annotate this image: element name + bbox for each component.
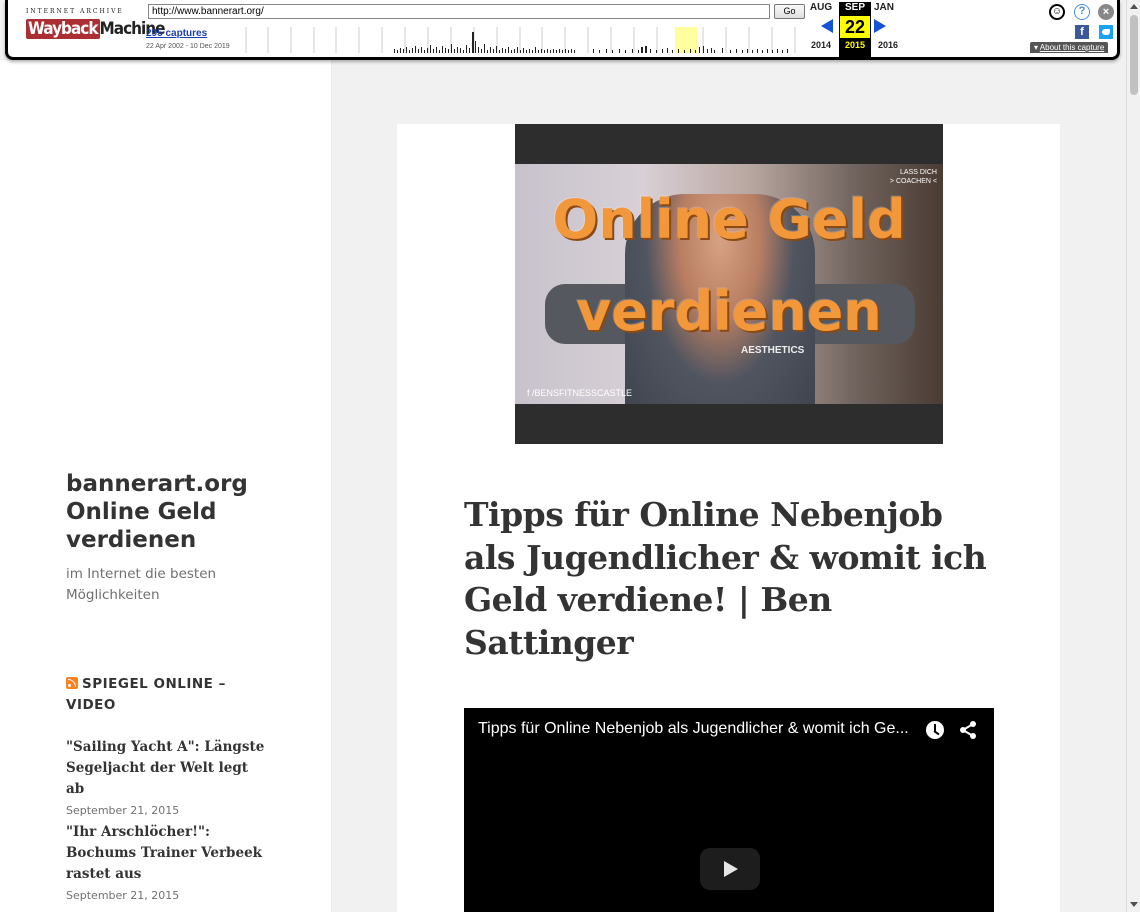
month-next[interactable]: JAN bbox=[868, 2, 900, 13]
year-next[interactable]: 2016 bbox=[872, 40, 904, 50]
thumbnail-badge: LASS DICH > COACHEN < bbox=[890, 168, 937, 186]
thumbnail-social-handle: f /BENSFITNESSCASTLE bbox=[527, 388, 633, 398]
about-capture-button[interactable]: ▾ About this capture bbox=[1030, 42, 1109, 53]
thumbnail-headline-line2: verdienen bbox=[576, 280, 882, 343]
feed-item-link[interactable]: "Ihr Arschlöcher!": Bochums Trainer Verb… bbox=[66, 822, 266, 885]
site-description: im Internet die besten Möglichkeiten bbox=[66, 566, 217, 603]
post-thumbnail[interactable]: AESTHETICS Online Geld verdienen LASS DI… bbox=[515, 124, 943, 444]
scroll-up-arrow-icon[interactable] bbox=[1130, 4, 1138, 9]
post-article: AESTHETICS Online Geld verdienen LASS DI… bbox=[397, 124, 1060, 912]
rss-icon[interactable] bbox=[66, 677, 78, 689]
rss-widget-title-text: SPIEGEL ONLINE – VIDEO bbox=[66, 676, 226, 713]
user-icon[interactable]: ☺ bbox=[1049, 4, 1065, 20]
feed-item: "Sailing Yacht A": Längste Segeljacht de… bbox=[66, 737, 266, 820]
share-icon[interactable] bbox=[958, 720, 978, 740]
capture-day: 22 bbox=[840, 16, 870, 38]
browser-page: INTERNET ARCHIVE Wayback Machine http://w… bbox=[0, 0, 1140, 912]
captures-link[interactable]: 295 captures bbox=[146, 28, 207, 39]
thumbnail-badge-line2: > COACHEN < bbox=[889, 178, 937, 185]
scrollbar-thumb[interactable] bbox=[1130, 15, 1138, 95]
post-title[interactable]: Tipps für Online Nebenjob als Jugendlich… bbox=[464, 494, 1004, 664]
wayback-logo[interactable]: Wayback Machine bbox=[26, 17, 166, 41]
capture-date-range: 22 Apr 2002 - 10 Dec 2019 bbox=[146, 43, 230, 50]
site-title[interactable]: bannerart.org Online Geld verdienen bbox=[66, 470, 266, 554]
year-current: 2015 bbox=[844, 40, 866, 50]
thumbnail-shirt-text: AESTHETICS bbox=[741, 345, 805, 356]
close-icon[interactable]: × bbox=[1098, 4, 1114, 20]
next-capture-arrow-icon[interactable] bbox=[874, 19, 886, 33]
capture-sparkline[interactable] bbox=[244, 25, 796, 53]
wayback-go-button[interactable]: Go bbox=[774, 4, 805, 19]
feed-item: "Ihr Arschlöcher!": Bochums Trainer Verb… bbox=[66, 822, 266, 905]
rss-widget-title[interactable]: SPIEGEL ONLINE – VIDEO bbox=[66, 674, 266, 716]
thumbnail-image: AESTHETICS Online Geld verdienen LASS DI… bbox=[515, 164, 943, 404]
twitter-icon[interactable] bbox=[1099, 25, 1113, 39]
facebook-icon[interactable]: f bbox=[1075, 25, 1089, 39]
scroll-down-arrow-icon[interactable] bbox=[1130, 902, 1138, 907]
feed-item-date: September 21, 2015 bbox=[66, 804, 180, 817]
wayback-url-input[interactable]: http://www.bannerart.org/ bbox=[148, 4, 770, 19]
internet-archive-label: INTERNET ARCHIVE bbox=[26, 8, 124, 15]
year-prev[interactable]: 2014 bbox=[805, 40, 837, 50]
about-capture-label: About this capture bbox=[1039, 43, 1105, 52]
watch-later-icon[interactable] bbox=[926, 721, 944, 739]
thumbnail-headline-line1: Online Geld bbox=[552, 188, 906, 251]
feed-item-link[interactable]: "Sailing Yacht A": Längste Segeljacht de… bbox=[66, 737, 266, 800]
video-title[interactable]: Tipps für Online Nebenjob als Jugendlich… bbox=[478, 720, 918, 738]
wayback-logo-part1: Wayback bbox=[26, 19, 100, 39]
wayback-toolbar: INTERNET ARCHIVE Wayback Machine http://w… bbox=[5, 0, 1120, 60]
prev-capture-arrow-icon[interactable] bbox=[821, 19, 833, 33]
month-prev[interactable]: AUG bbox=[805, 2, 837, 13]
page-scrollbar[interactable] bbox=[1126, 0, 1140, 912]
embedded-video-player[interactable]: Tipps für Online Nebenjob als Jugendlich… bbox=[464, 708, 994, 912]
thumbnail-badge-line1: LASS DICH bbox=[900, 169, 937, 176]
sidebar: bannerart.org Online Geld verdienen im I… bbox=[0, 60, 331, 912]
feed-item-date: September 21, 2015 bbox=[66, 889, 180, 902]
play-button-icon[interactable] bbox=[700, 848, 760, 890]
help-icon[interactable]: ? bbox=[1074, 4, 1090, 20]
